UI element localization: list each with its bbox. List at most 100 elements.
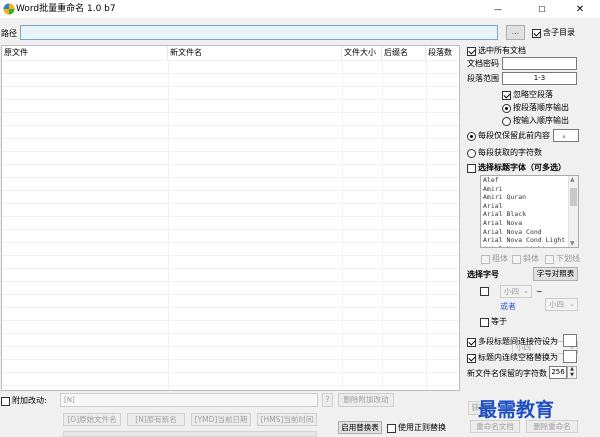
browse-button[interactable]: ... — [506, 25, 525, 40]
regex-checkbox[interactable] — [387, 423, 396, 433]
path-input[interactable] — [20, 25, 498, 40]
column-header-paragraphs[interactable]: 段落数 — [426, 46, 459, 60]
font-list-item[interactable]: Arial Black — [483, 210, 578, 219]
append-label: 附加改动: — [12, 396, 47, 405]
insert-new-name-button[interactable]: [N]原有新名 — [127, 413, 185, 426]
para-range-input[interactable]: 1-3 — [502, 72, 577, 85]
choose-font-toggle[interactable]: 选择标题字体（可多选） — [467, 163, 566, 173]
include-subdirs-toggle[interactable]: 含子目录 — [532, 28, 575, 38]
size-range-checkbox[interactable] — [480, 287, 489, 296]
take-chars-radio[interactable] — [467, 148, 476, 158]
order-input-option[interactable]: 按输入顺序输出 — [502, 116, 569, 126]
insert-time-button[interactable]: [HMS]当前时间 — [257, 413, 317, 426]
replace-space-toggle[interactable]: 标题内连续空格替换为 — [467, 353, 558, 363]
font-list-items: Alef Amiri Amiri Quran Arial Arial Black Aria… — [483, 176, 578, 247]
select-all-docs-checkbox[interactable] — [467, 46, 476, 56]
maximize-icon: ☐ — [538, 4, 546, 14]
table-grid-line — [2, 229, 459, 230]
insert-date-button[interactable]: [YMD]当前日期 — [191, 413, 251, 426]
size-tilde: ~ — [536, 287, 543, 296]
column-header-ext[interactable]: 后缀名 — [382, 46, 426, 60]
font-list-item[interactable]: Arial Nova Light — [483, 245, 578, 247]
choose-font-checkbox[interactable] — [467, 163, 476, 173]
table-grid-line — [2, 190, 459, 191]
bold-toggle[interactable]: 粗体 — [481, 254, 508, 264]
size-to-select[interactable]: 小四 ⌄ — [545, 298, 578, 311]
max-chars-spinner-icon[interactable]: ▲ ▼ — [567, 366, 577, 379]
delete-append-button[interactable]: 删除附加改动 — [338, 393, 394, 407]
size-from-select[interactable]: 小四 ⌄ — [500, 285, 532, 298]
replace-space-checkbox[interactable] — [467, 353, 476, 363]
font-list-item[interactable]: Arial Nova Cond Light — [483, 236, 578, 245]
scroll-down-icon[interactable]: ▼ — [570, 240, 575, 247]
font-list-item[interactable]: Amiri Quran — [483, 193, 578, 202]
column-header-original[interactable]: 原文件 — [2, 46, 168, 60]
column-header-size[interactable]: 文件大小 — [342, 46, 382, 60]
size-from-chevron-icon: ⌄ — [523, 287, 529, 295]
keep-before-input[interactable]: 。 — [553, 129, 579, 142]
multi-connect-toggle[interactable]: 多段标题间连接符设为 — [467, 337, 558, 347]
font-list-item[interactable]: Arial — [483, 202, 578, 211]
font-size-table-button[interactable]: 字号对照表 — [533, 267, 578, 281]
order-input-radio[interactable] — [502, 116, 511, 126]
table-grid-line — [2, 216, 459, 217]
bold-checkbox[interactable] — [481, 254, 490, 264]
scroll-up-icon[interactable]: ▲ — [570, 176, 575, 183]
italic-toggle[interactable]: 斜体 — [512, 254, 539, 264]
minimize-button[interactable]: — — [478, 0, 518, 18]
path-label: 路径 — [1, 29, 17, 38]
multi-connect-input[interactable] — [563, 334, 577, 347]
font-list-item[interactable]: Alef — [483, 176, 578, 185]
select-all-docs-toggle[interactable]: 选中所有文档 — [467, 46, 526, 56]
window-title: Word批量重命名 1.0 b7 — [16, 4, 116, 14]
append-checkbox[interactable] — [1, 396, 10, 406]
take-chars-option[interactable]: 每段获取的字符数 — [467, 148, 542, 158]
table-grid-line — [2, 164, 459, 165]
table-grid-column — [382, 60, 383, 390]
regex-toggle[interactable]: 使用正则替换 — [387, 423, 446, 433]
append-toggle[interactable]: 附加改动: — [1, 396, 47, 406]
watermark-text: 最需教育 — [478, 399, 555, 421]
size-to-value: 小四 — [549, 300, 564, 309]
equal-toggle[interactable]: 等于 — [480, 317, 507, 327]
font-list-item[interactable]: Arial Nova Cond — [483, 228, 578, 237]
ignore-empty-checkbox[interactable] — [502, 90, 511, 100]
order-para-option[interactable]: 按段落顺序输出 — [502, 103, 569, 113]
include-subdirs-checkbox[interactable] — [532, 28, 541, 38]
keep-before-option[interactable]: 每段仅保留此前内容 — [467, 131, 550, 141]
append-input[interactable]: [N] — [60, 393, 318, 407]
or-label: 或者 — [500, 302, 516, 311]
replace-space-input[interactable] — [563, 350, 577, 363]
insert-original-name-button[interactable]: [O]原始文件名 — [63, 413, 121, 426]
keep-before-label: 每段仅保留此前内容 — [478, 131, 550, 140]
doc-password-input[interactable] — [502, 57, 577, 70]
font-list-scrollbar[interactable]: ▲ ▼ — [568, 176, 578, 247]
ignore-empty-label: 忽略空段落 — [513, 90, 553, 99]
maximize-button[interactable]: ☐ — [522, 0, 562, 18]
table-grid-line — [2, 307, 459, 308]
file-table[interactable]: 原文件 新文件名 文件大小 后缀名 段落数 — [1, 45, 460, 391]
font-list-item[interactable]: Arial Nova — [483, 219, 578, 228]
order-para-radio[interactable] — [502, 103, 511, 113]
font-list[interactable]: Alef Amiri Amiri Quran Arial Arial Black Aria… — [480, 175, 579, 248]
insert-buttons-second-row — [63, 431, 317, 437]
multi-connect-checkbox[interactable] — [467, 337, 476, 347]
equal-checkbox[interactable] — [480, 317, 489, 327]
italic-checkbox[interactable] — [512, 254, 521, 264]
close-button[interactable]: ✕ — [560, 0, 600, 18]
font-list-item[interactable]: Amiri — [483, 185, 578, 194]
minimize-icon: — — [494, 4, 502, 14]
help-button[interactable]: ? — [322, 393, 333, 407]
multi-connect-label: 多段标题间连接符设为 — [478, 337, 558, 346]
size-range-checkbox-wrap[interactable] — [480, 287, 489, 296]
ignore-empty-toggle[interactable]: 忽略空段落 — [502, 90, 553, 100]
enable-replace-table-button[interactable]: 启用替换表 — [338, 421, 382, 434]
size-to-chevron-icon: ⌄ — [569, 300, 575, 308]
keep-before-radio[interactable] — [467, 131, 476, 141]
underline-checkbox[interactable] — [545, 254, 554, 264]
underline-toggle[interactable]: 下划线 — [545, 254, 580, 264]
max-chars-input[interactable]: 256 — [549, 366, 567, 379]
font-list-scroll-thumb[interactable] — [570, 188, 577, 206]
select-all-docs-label: 选中所有文档 — [478, 46, 526, 55]
column-header-new-name[interactable]: 新文件名 — [168, 46, 342, 60]
